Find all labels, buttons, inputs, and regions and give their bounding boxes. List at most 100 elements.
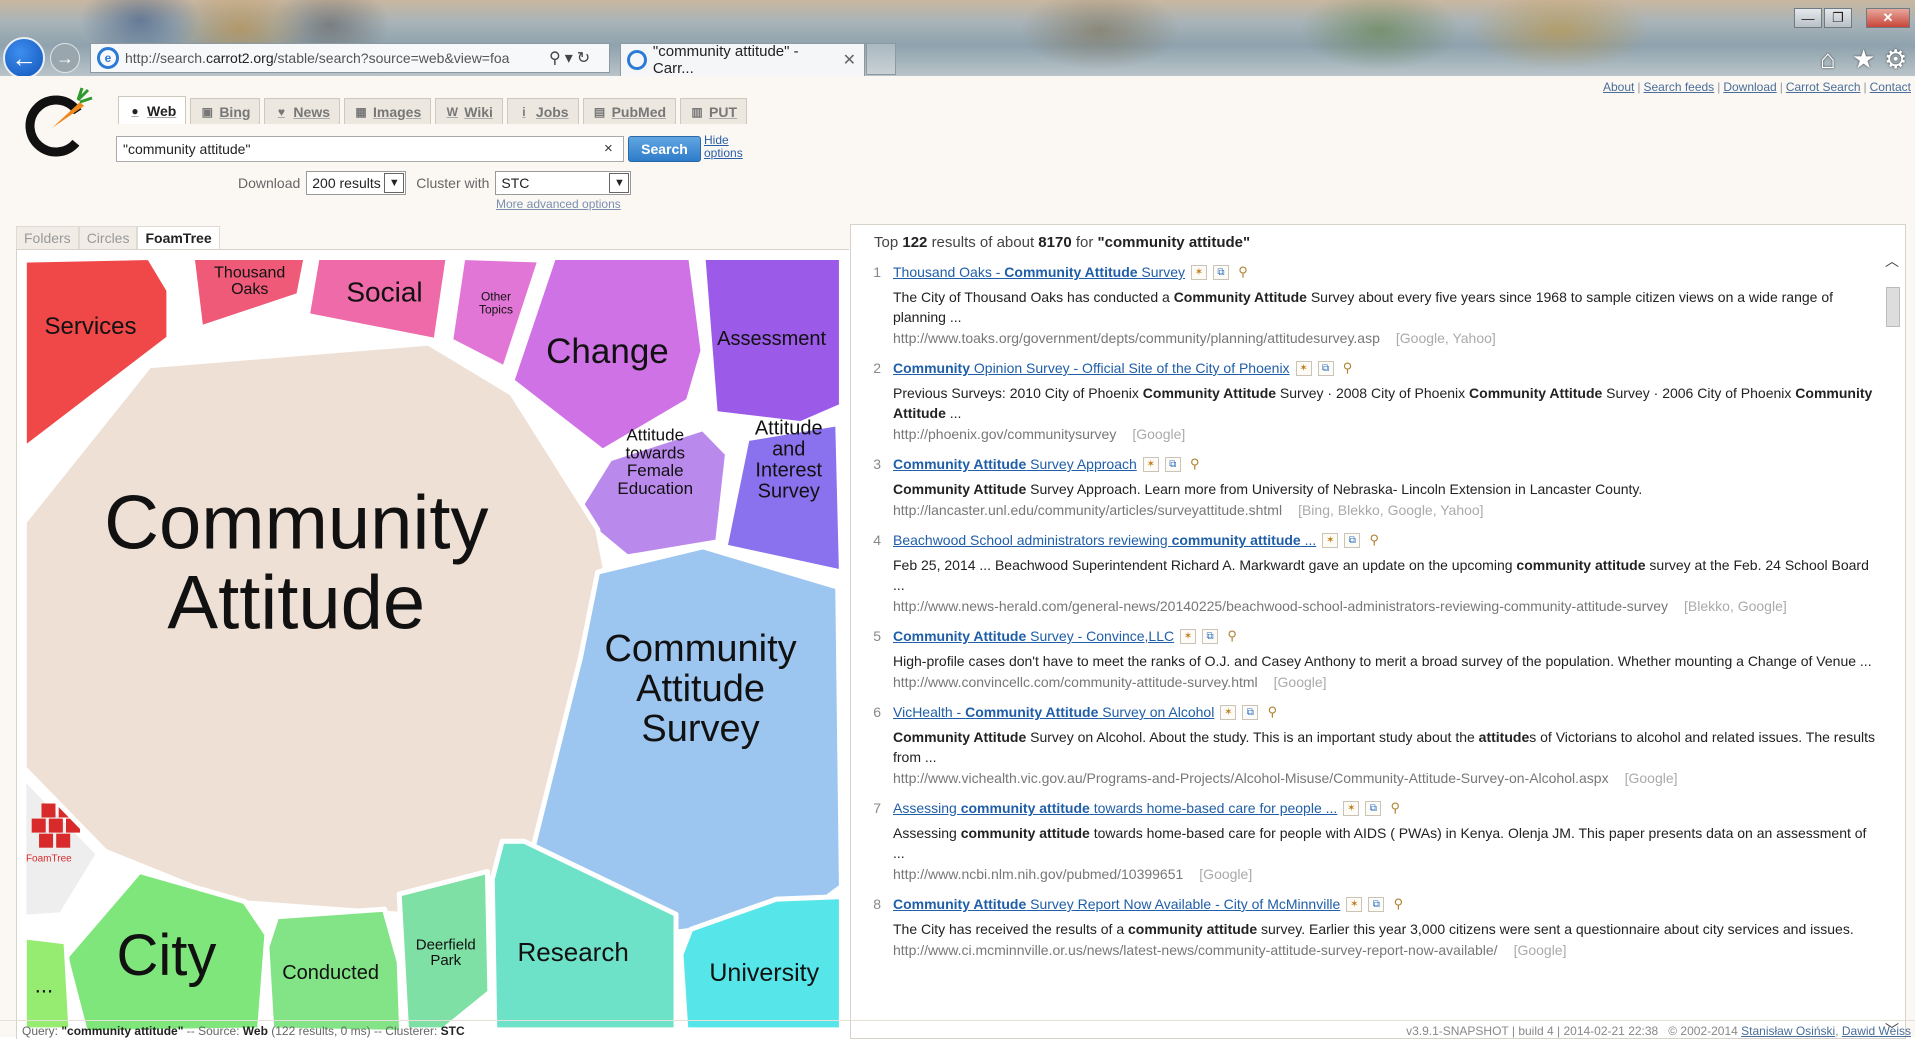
cluster-label: Services <box>44 313 136 340</box>
new-window-icon[interactable]: ⧉ <box>1317 360 1334 376</box>
preview-search-icon[interactable]: ⚲ <box>1390 896 1406 912</box>
cluster-highlight-icon[interactable]: ✶ <box>1343 800 1360 816</box>
gear-icon[interactable]: ⚙ <box>1884 44 1907 75</box>
tab-bing[interactable]: ▣ Bing <box>190 98 261 124</box>
cluster-deerfield-park[interactable]: DeerfieldPark <box>396 868 493 1033</box>
preview-search-icon[interactable]: ⚲ <box>1235 264 1251 280</box>
text-fragment: ... <box>945 405 962 421</box>
wiki-icon: W <box>446 104 458 119</box>
view-tab-folders[interactable]: Folders <box>16 226 79 249</box>
tab-images[interactable]: ▦ Images <box>344 98 432 124</box>
clear-search-icon[interactable]: × <box>604 140 613 157</box>
more-advanced-options-link[interactable]: More advanced options <box>496 197 621 211</box>
cluster-conducted[interactable]: Conducted <box>264 906 405 1035</box>
top-link-search-feeds[interactable]: Search feeds <box>1643 80 1714 94</box>
back-button[interactable]: ← <box>3 37 45 79</box>
separator: | <box>1637 80 1641 94</box>
tab-wiki[interactable]: W Wiki <box>435 98 503 124</box>
tab-news[interactable]: ♥ News <box>264 98 340 124</box>
address-bar[interactable]: e http://search.carrot2.org/stable/searc… <box>90 43 610 73</box>
carrot2-logo-icon[interactable] <box>22 86 94 158</box>
dropdown-icon[interactable]: ▾ <box>565 48 573 68</box>
tab-jobs[interactable]: i Jobs <box>506 98 579 124</box>
cluster-label: City <box>117 923 217 988</box>
cluster-more[interactable]: ... <box>21 934 74 1033</box>
highlighted-term: community attitude <box>1516 557 1646 573</box>
close-window-button[interactable]: ✕ <box>1866 8 1910 28</box>
cluster-highlight-icon[interactable]: ✶ <box>1180 628 1197 644</box>
home-icon[interactable]: ⌂ <box>1820 44 1836 75</box>
result-title-link[interactable]: Assessing community attitude towards hom… <box>893 800 1337 816</box>
cluster-label: towards <box>625 443 685 462</box>
author-link[interactable]: Stanisław Osiński <box>1741 1024 1835 1038</box>
star-icon[interactable]: ★ <box>1852 44 1875 75</box>
new-window-icon[interactable]: ⧉ <box>1344 532 1361 548</box>
new-window-icon[interactable]: ⧉ <box>1213 264 1229 280</box>
close-tab-icon[interactable]: ✕ <box>843 50 856 70</box>
address-url[interactable]: http://search.carrot2.org/stable/search?… <box>125 50 545 66</box>
new-tab-button[interactable] <box>866 43 896 75</box>
view-tab-foamtree[interactable]: FoamTree <box>137 226 220 249</box>
scroll-thumb[interactable] <box>1886 287 1900 327</box>
browser-tab[interactable]: "community attitude" - Carr... ✕ <box>620 43 865 77</box>
cluster-assessment[interactable]: Assessment <box>700 255 844 427</box>
preview-search-icon[interactable]: ⚲ <box>1224 628 1240 644</box>
result-title-link[interactable]: Community Attitude Survey Approach <box>893 456 1137 472</box>
result-title-link[interactable]: Beachwood School administrators reviewin… <box>893 532 1316 548</box>
download-select[interactable]: 200 results ▼ <box>306 171 407 195</box>
result-title-row: Community Opinion Survey - Official Site… <box>893 359 1867 377</box>
cluster-highlight-icon[interactable]: ✶ <box>1191 264 1207 280</box>
new-window-icon[interactable]: ⧉ <box>1202 628 1219 644</box>
forward-button[interactable]: → <box>50 43 80 73</box>
top-link-download[interactable]: Download <box>1723 80 1776 94</box>
highlighted-term: Community Attitude <box>893 628 1027 644</box>
results-scrollbar[interactable]: ︿ ﹀ <box>1883 251 1901 1038</box>
new-window-icon[interactable]: ⧉ <box>1164 456 1181 472</box>
result-title-link[interactable]: Thousand Oaks - Community Attitude Surve… <box>893 264 1185 280</box>
cluster-select[interactable]: STC ▼ <box>495 171 632 195</box>
preview-search-icon[interactable]: ⚲ <box>1187 456 1203 472</box>
top-link-carrot-search[interactable]: Carrot Search <box>1786 80 1861 94</box>
result-title-link[interactable]: Community Attitude Survey - Convince,LLC <box>893 628 1174 644</box>
tab-put[interactable]: ▥ PUT <box>680 98 748 124</box>
author-link[interactable]: Dawid Weiss <box>1842 1024 1911 1038</box>
preview-search-icon[interactable]: ⚲ <box>1387 800 1403 816</box>
hide-options-link[interactable]: Hide options <box>704 134 752 160</box>
foamtree-visualization[interactable]: FoamTreeServicesThousandOaks Social OtherT… <box>17 250 850 1040</box>
text-fragment: Previous Surveys: 2010 City of Phoenix <box>893 385 1143 401</box>
tab-web[interactable]: ● Web <box>118 96 187 124</box>
search-input[interactable] <box>116 136 624 162</box>
minimize-button[interactable]: — <box>1794 8 1822 28</box>
text-fragment: ... <box>1300 532 1317 548</box>
cluster-highlight-icon[interactable]: ✶ <box>1346 896 1363 912</box>
new-window-icon[interactable]: ⧉ <box>1368 896 1385 912</box>
new-window-icon[interactable]: ⧉ <box>1242 704 1259 720</box>
cluster-community-attitude[interactable]: CommunityAttitude <box>21 340 618 917</box>
result-title-link[interactable]: VicHealth - Community Attitude Survey on… <box>893 704 1214 720</box>
cluster-label: Interest <box>755 459 822 481</box>
refresh-icon[interactable]: ↻ <box>577 48 590 68</box>
tab-pubmed[interactable]: ▤ PubMed <box>582 98 677 124</box>
search-icon[interactable]: ⚲ <box>549 48 561 68</box>
cluster-highlight-icon[interactable]: ✶ <box>1295 360 1312 376</box>
view-tab-circles[interactable]: Circles <box>78 226 138 249</box>
cluster-highlight-icon[interactable]: ✶ <box>1220 704 1237 720</box>
restore-button[interactable]: ❐ <box>1824 8 1852 28</box>
preview-search-icon[interactable]: ⚲ <box>1264 704 1280 720</box>
result-title-link[interactable]: Community Attitude Survey Report Now Ava… <box>893 896 1340 912</box>
ie-icon <box>627 50 647 70</box>
new-window-icon[interactable]: ⧉ <box>1365 800 1382 816</box>
result-url: http://www.vichealth.vic.gov.au/Programs… <box>893 770 1609 786</box>
preview-search-icon[interactable]: ⚲ <box>1366 532 1382 548</box>
scroll-up-icon[interactable]: ︿ <box>1883 251 1901 269</box>
preview-search-icon[interactable]: ⚲ <box>1340 360 1356 376</box>
result-title-link[interactable]: Community Opinion Survey - Official Site… <box>893 360 1290 376</box>
result-snippet: The City of Thousand Oaks has conducted … <box>893 287 1878 327</box>
search-button[interactable]: Search <box>628 136 701 162</box>
cluster-highlight-icon[interactable]: ✶ <box>1142 456 1159 472</box>
top-link-about[interactable]: About <box>1603 80 1634 94</box>
cluster-highlight-icon[interactable]: ✶ <box>1322 532 1339 548</box>
tab-label: PUT <box>709 103 738 120</box>
top-link-contact[interactable]: Contact <box>1870 80 1911 94</box>
separator: | <box>1863 80 1867 94</box>
